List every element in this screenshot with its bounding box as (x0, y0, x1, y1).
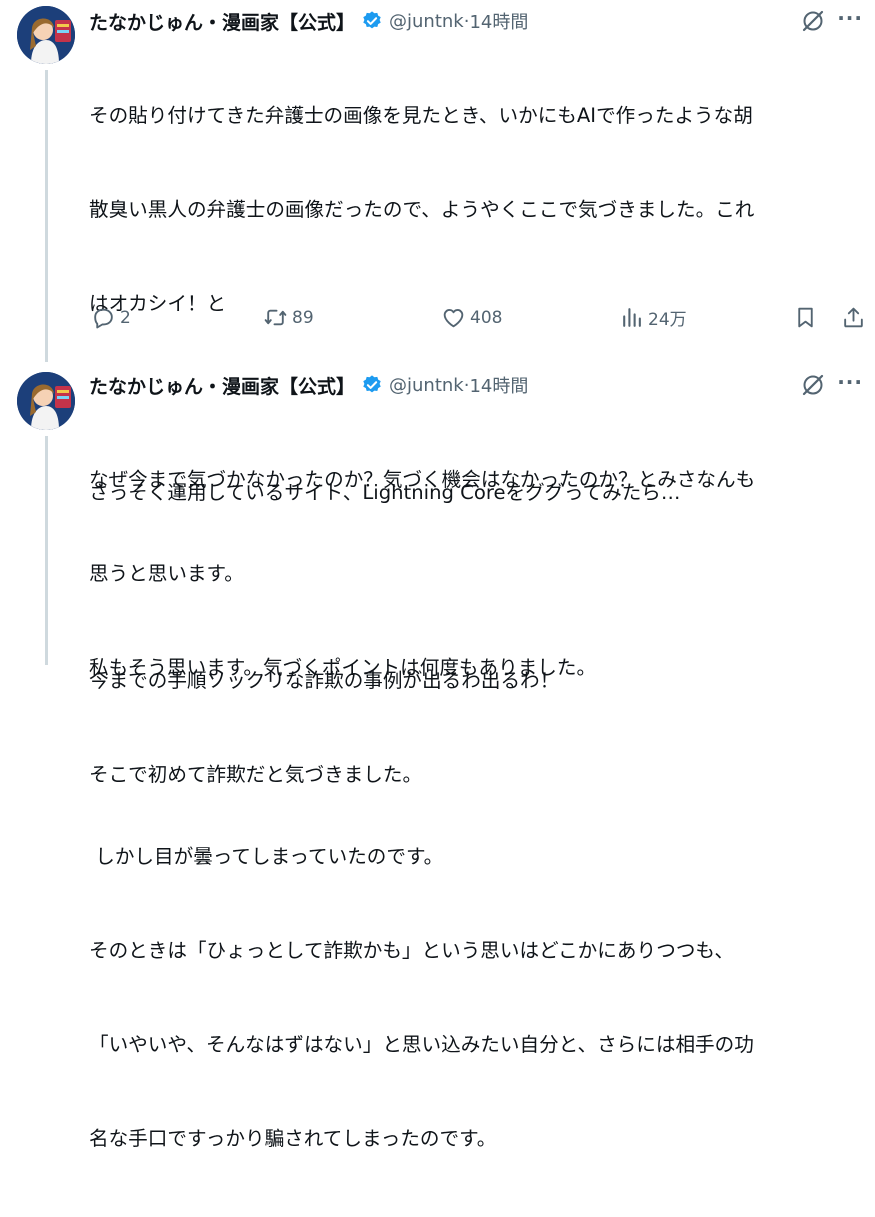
repost-count: 89 (292, 307, 314, 328)
tweet-line: その貼り付けてきた弁護士の画像を見たとき、いかにもAIで作ったような胡 (89, 103, 753, 127)
avatar[interactable] (17, 372, 75, 430)
timestamp[interactable]: 14時間 (469, 372, 528, 398)
thread-line-2 (45, 436, 48, 665)
tweet-line (89, 746, 869, 777)
tweet-header: たなかじゅん・漫画家【公式】 @juntnk · 14時間 (89, 372, 528, 398)
tweet-line: 「いやいや、そんなはずはない」と思い込みたい自分と、さらには相手の功 (89, 1033, 754, 1057)
reply-button[interactable]: 2 (91, 305, 131, 330)
timestamp[interactable]: 14時間 (469, 8, 528, 34)
share-button[interactable] (841, 305, 866, 330)
thread-line (45, 70, 48, 362)
tweet-header: たなかじゅん・漫画家【公式】 @juntnk · 14時間 (89, 8, 528, 34)
tweet-line: 散臭い黒人の弁護士の画像だったので、ようやくここで気づきました。これ (89, 198, 755, 222)
tweet-line: 名な手口ですっかり騙されてしまったのです。 (89, 1127, 497, 1151)
author-name[interactable]: たなかじゅん・漫画家【公式】 (89, 8, 355, 35)
bookmark-button[interactable] (793, 305, 818, 330)
repost-icon (264, 309, 287, 326)
like-icon (443, 309, 464, 328)
views-count: 24万 (648, 310, 687, 330)
tweet-line: 私もそう思います。気づくポイントは何度もありました。 (89, 656, 597, 680)
verified-badge-icon (361, 374, 383, 396)
tweet-actions: 2 89 408 24万 (89, 305, 869, 335)
views-icon (623, 308, 641, 327)
tweet-line: 思うと思います。 (89, 562, 244, 586)
reply-count: 2 (120, 307, 131, 328)
tweet-line: なぜ今まで気づかなかったのか？気づく機会はなかったのか？とみさなんも (89, 467, 756, 491)
grok-icon[interactable] (801, 9, 825, 33)
more-icon[interactable]: ··· (837, 370, 863, 394)
tweet-line: しかし目が曇ってしまっていたのです。 (89, 844, 444, 868)
grok-icon[interactable] (801, 373, 825, 397)
share-icon (844, 307, 863, 328)
tweet-text: なぜ今まで気づかなかったのか？気づく機会はなかったのか？とみさなんも 思うと思い… (89, 401, 869, 1217)
author-handle[interactable]: @juntnk (389, 11, 464, 32)
avatar[interactable] (17, 6, 75, 64)
reply-icon (94, 308, 113, 329)
bookmark-icon (798, 307, 813, 328)
views-button[interactable]: 24万 (619, 305, 687, 330)
verified-badge-icon (361, 10, 383, 32)
repost-button[interactable]: 89 (263, 305, 314, 330)
author-name[interactable]: たなかじゅん・漫画家【公式】 (89, 372, 355, 399)
author-handle[interactable]: @juntnk (389, 375, 464, 396)
more-icon[interactable]: ··· (837, 6, 863, 30)
like-count: 408 (470, 307, 503, 328)
tweet-line: そのときは「ひょっとして詐欺かも」という思いはどこかにありつつも、 (89, 938, 735, 962)
like-button[interactable]: 408 (441, 305, 502, 330)
